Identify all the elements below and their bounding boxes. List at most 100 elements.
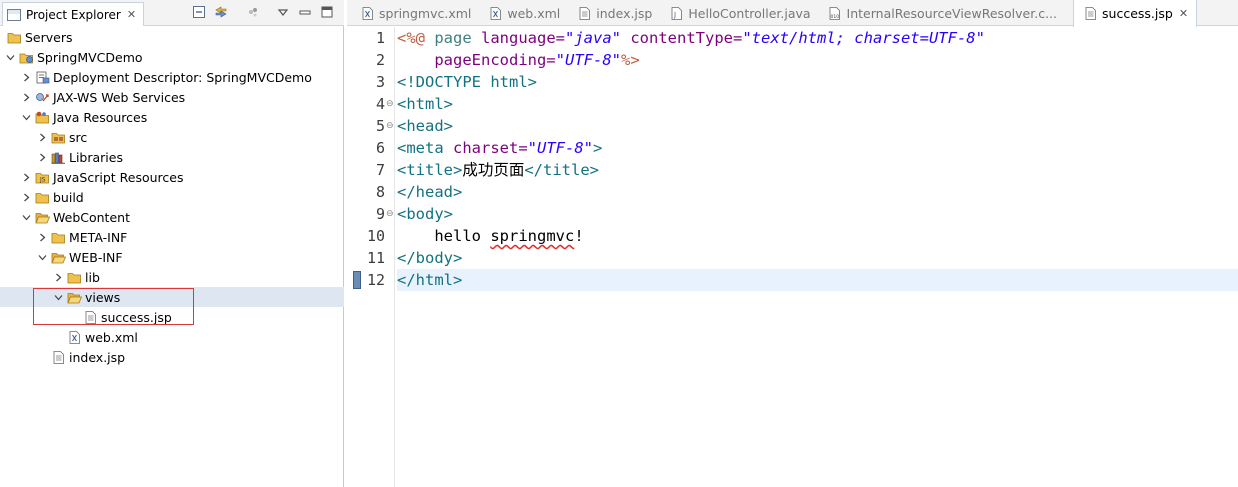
folder-icon (50, 230, 66, 244)
project-explorer-title: Project Explorer (26, 7, 121, 22)
code-token: <html> (397, 95, 453, 113)
editor-tab-internalresourceviewresolver-c[interactable]: 010 InternalResourceViewResolver.c... (819, 0, 1065, 26)
project-explorer-header: Project Explorer ✕ (0, 0, 344, 26)
class-file-icon: 010 (827, 6, 843, 20)
web-services-icon (34, 90, 50, 104)
editor-tab-hellocontroller-java[interactable]: J HelloController.java (660, 0, 818, 26)
line-number: 1 (375, 29, 385, 47)
code-token: page (434, 29, 481, 47)
code-token: "java" (565, 29, 621, 47)
folder-open-icon (50, 250, 66, 264)
code-token: <body> (397, 205, 453, 223)
chevron-right-icon[interactable] (36, 231, 48, 243)
tree-item-label: Java Resources (53, 109, 148, 125)
tree-item-springmvcdemo[interactable]: SpringMVCDemo (0, 47, 344, 67)
code-token: "UTF-8" (527, 139, 593, 157)
code-token: > (592, 139, 603, 157)
chevron-down-icon[interactable] (20, 111, 32, 123)
editor-tab-success-jsp[interactable]: success.jsp ✕ (1073, 0, 1198, 27)
tree-item-lib[interactable]: lib (0, 267, 344, 287)
package-folder-icon (50, 130, 66, 144)
code-token: </head> (397, 183, 463, 201)
line-number: 10 (366, 227, 385, 245)
tree-item-servers[interactable]: Servers (0, 27, 344, 47)
code-token: <meta (397, 139, 453, 157)
code-token: </title> (524, 161, 599, 179)
code-line-7: <title>成功页面</title> (397, 159, 1238, 181)
chevron-right-icon[interactable] (36, 151, 48, 163)
fold-toggle-icon[interactable]: ⊖ (386, 210, 395, 219)
tree-item-web-inf[interactable]: WEB-INF (0, 247, 344, 267)
close-icon[interactable]: ✕ (1179, 7, 1188, 20)
editor-tab-label: index.jsp (596, 5, 653, 21)
tree-item-java-resources[interactable]: Java Resources (0, 107, 344, 127)
chevron-down-icon[interactable] (36, 251, 48, 263)
code-line-10: hello springmvc! (397, 225, 1238, 247)
code-token: </body> (397, 249, 463, 267)
folder-icon (66, 270, 82, 284)
project-explorer-tab[interactable]: Project Explorer ✕ (2, 2, 144, 26)
web-project-icon (18, 50, 34, 64)
tree-item-views[interactable]: views (0, 287, 344, 307)
chevron-down-icon[interactable] (52, 291, 64, 303)
chevron-right-icon[interactable] (52, 271, 64, 283)
tree-item-meta-inf[interactable]: META-INF (0, 227, 344, 247)
tree-item-deployment-descriptor-springmvcdemo[interactable]: Deployment Descriptor: SpringMVCDemo (0, 67, 344, 87)
maximize-icon[interactable] (318, 4, 336, 20)
fold-toggle-icon[interactable]: ⊖ (386, 100, 395, 109)
editor-tab-bar: springmvc.xml web.xml index.jsp J HelloContr… (347, 0, 1238, 27)
spelling-error-word: springmvc (490, 227, 575, 245)
line-number: 2 (375, 51, 385, 69)
code-token: 成功页面 (462, 161, 525, 179)
svg-text:J: J (673, 11, 676, 19)
chevron-right-icon[interactable] (20, 91, 32, 103)
code-token: "text/html; charset=UTF-8" (742, 29, 985, 47)
tree-item-build[interactable]: build (0, 187, 344, 207)
collapse-all-icon[interactable] (190, 4, 208, 20)
tree-item-index-jsp[interactable]: index.jsp (0, 347, 344, 367)
current-line-marker (353, 271, 361, 289)
tree-item-webcontent[interactable]: WebContent (0, 207, 344, 227)
filter-icon[interactable] (244, 4, 262, 20)
tree-item-label: WEB-INF (69, 249, 123, 265)
chevron-right-icon[interactable] (36, 131, 48, 143)
code-line-11: </body> (397, 247, 1238, 269)
editor-tab-web-xml[interactable]: web.xml (479, 0, 568, 26)
project-explorer-panel: Project Explorer ✕ Servers SpringMVCDemo… (0, 0, 344, 487)
folder-icon (6, 30, 22, 44)
code-token: %> (620, 51, 640, 69)
code-token: "UTF-8" (555, 51, 621, 69)
tree-item-web-xml[interactable]: web.xml (0, 327, 344, 347)
tree-item-label: build (53, 189, 84, 205)
chevron-right-icon[interactable] (20, 191, 32, 203)
tree-item-jax-ws-web-services[interactable]: JAX-WS Web Services (0, 87, 344, 107)
tree-item-success-jsp[interactable]: success.jsp (0, 307, 344, 327)
line-number: 9 (375, 205, 385, 223)
tree-item-libraries[interactable]: Libraries (0, 147, 344, 167)
chevron-down-icon[interactable] (4, 51, 16, 63)
editor-tab-label: web.xml (507, 5, 561, 21)
editor-tab-label: HelloController.java (688, 5, 811, 21)
close-icon[interactable]: ✕ (127, 8, 136, 21)
minimize-icon[interactable] (296, 4, 314, 20)
chevron-right-icon[interactable] (20, 171, 32, 183)
view-menu-icon[interactable] (274, 4, 292, 20)
chevron-right-icon[interactable] (20, 71, 32, 83)
fold-toggle-icon[interactable]: ⊖ (386, 122, 395, 131)
chevron-down-icon[interactable] (20, 211, 32, 223)
tree-item-label: META-INF (69, 229, 128, 245)
link-with-editor-icon[interactable] (212, 4, 230, 20)
jsp-file-icon (82, 310, 98, 324)
code-editor[interactable]: <%@ page language="java" contentType="te… (397, 27, 1238, 291)
tree-item-src[interactable]: src (0, 127, 344, 147)
tree-item-javascript-resources[interactable]: JS JavaScript Resources (0, 167, 344, 187)
tree-item-label: Libraries (69, 149, 123, 165)
line-number: 4 (375, 95, 385, 113)
folder-open-icon (34, 210, 50, 224)
xml-file-icon (66, 330, 82, 344)
editor-tab-index-jsp[interactable]: index.jsp (568, 0, 660, 26)
editor-area: springmvc.xml web.xml index.jsp J HelloContr… (347, 0, 1238, 487)
editor-tab-springmvc-xml[interactable]: springmvc.xml (351, 0, 479, 26)
